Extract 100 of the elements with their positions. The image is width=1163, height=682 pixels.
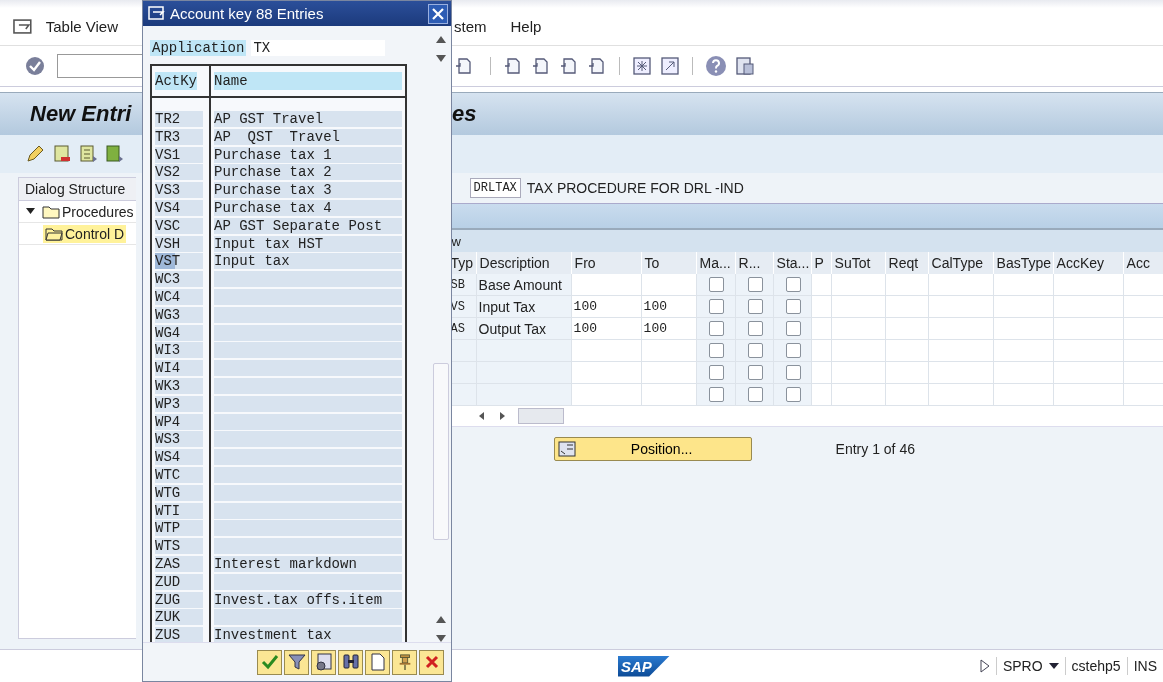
column-header[interactable]: Reqt (885, 252, 929, 274)
pin-button[interactable] (392, 649, 417, 675)
list-cell[interactable]: VS2 (155, 164, 203, 182)
list-cell[interactable]: ZUG (155, 591, 203, 609)
table-cell[interactable] (831, 318, 886, 340)
list-cell[interactable]: WG3 (155, 306, 203, 324)
table-cell[interactable] (1053, 362, 1124, 384)
column-header[interactable]: Name (214, 72, 402, 90)
table-cell[interactable] (928, 318, 994, 340)
table-cell[interactable]: Base Amount (476, 274, 572, 296)
dropdown-icon[interactable] (1048, 663, 1059, 669)
list-cell[interactable]: VST (155, 253, 203, 271)
table-cell[interactable] (811, 274, 832, 296)
check-icon[interactable] (25, 56, 45, 76)
list-cell[interactable] (214, 306, 402, 324)
column-header[interactable]: CalType (928, 252, 994, 274)
layout-icon[interactable] (735, 56, 755, 76)
table-cell[interactable] (928, 296, 994, 318)
tree-item[interactable]: Procedures (40, 202, 136, 221)
checkbox[interactable] (709, 365, 725, 380)
table-cell[interactable] (885, 296, 929, 318)
column-header[interactable]: ActKy (155, 72, 197, 90)
checkbox[interactable] (709, 321, 725, 336)
table-cell[interactable] (885, 340, 929, 362)
list-cell[interactable]: WTG (155, 484, 203, 502)
list-cell[interactable]: WS3 (155, 431, 203, 449)
list-cell[interactable]: VS3 (155, 182, 203, 200)
list-cell[interactable]: WC3 (155, 271, 203, 289)
table-cell[interactable] (641, 340, 697, 362)
table-cell[interactable] (571, 340, 642, 362)
transaction-code[interactable]: SPRO (1002, 658, 1043, 674)
list-cell[interactable]: WI3 (155, 342, 203, 360)
cancel-button[interactable] (419, 649, 444, 675)
list-cell[interactable]: WTC (155, 466, 203, 484)
table-cell[interactable] (1053, 340, 1124, 362)
list-cell[interactable]: AP GST Separate Post (214, 217, 402, 235)
list-cell[interactable]: Investment tax (214, 627, 402, 642)
table-cell[interactable] (811, 296, 832, 318)
table-icon[interactable] (52, 144, 72, 164)
document-icon[interactable] (559, 56, 579, 76)
list-cell[interactable] (214, 342, 402, 360)
window-icon[interactable] (632, 56, 652, 76)
document-icon[interactable] (454, 56, 474, 76)
list-cell[interactable]: Input tax (214, 253, 402, 271)
table-cell[interactable]: Output Tax (476, 318, 572, 340)
list-cell[interactable]: ZUD (155, 573, 203, 591)
checkbox[interactable] (747, 277, 763, 292)
column-header[interactable]: BasType (993, 252, 1054, 274)
table-cell[interactable] (476, 384, 572, 406)
list-cell[interactable] (214, 271, 402, 289)
table-cell[interactable] (993, 340, 1054, 362)
list-cell[interactable] (214, 377, 402, 395)
checkbox[interactable] (785, 387, 801, 402)
list-cell[interactable] (214, 324, 402, 342)
window-icon[interactable] (660, 56, 680, 76)
list-cell[interactable]: ZUS (155, 627, 203, 642)
table-icon[interactable] (104, 144, 124, 164)
list-cell[interactable]: WP4 (155, 413, 203, 431)
list-cell[interactable] (214, 538, 402, 556)
list-cell[interactable]: Input tax HST (214, 235, 402, 253)
table-cell[interactable] (928, 274, 994, 296)
list-cell[interactable]: WTP (155, 520, 203, 538)
table-cell[interactable] (993, 296, 1054, 318)
table-icon[interactable] (78, 144, 98, 164)
table-cell[interactable] (476, 362, 572, 384)
checkbox[interactable] (785, 343, 801, 358)
checkbox[interactable] (709, 299, 725, 314)
caret-icon[interactable] (25, 208, 35, 215)
scroll-left-icon[interactable] (477, 411, 486, 421)
list-cell[interactable]: Purchase tax 3 (214, 182, 402, 200)
scroll-up-icon[interactable] (436, 36, 446, 43)
table-cell[interactable] (993, 318, 1054, 340)
table-cell[interactable] (1053, 318, 1124, 340)
list-cell[interactable]: AP QST Travel (214, 128, 402, 146)
scroll-thumb[interactable] (517, 408, 564, 424)
table-cell[interactable] (811, 340, 832, 362)
list-cell[interactable] (214, 431, 402, 449)
confirm-button[interactable] (257, 649, 282, 675)
checkbox[interactable] (747, 343, 763, 358)
checkbox[interactable] (709, 343, 725, 358)
search-button[interactable] (338, 649, 363, 675)
list-cell[interactable] (214, 466, 402, 484)
table-cell[interactable] (885, 362, 929, 384)
table-cell[interactable]: 100 (571, 296, 642, 318)
table-cell[interactable]: 100 (571, 318, 642, 340)
table-cell[interactable] (476, 340, 572, 362)
menu-item[interactable]: Help (510, 18, 542, 35)
document-icon[interactable] (503, 56, 523, 76)
scroll-right-icon[interactable] (497, 411, 506, 421)
list-cell[interactable]: ZAS (155, 555, 203, 573)
tree-item[interactable]: Control D (43, 224, 127, 243)
table-cell[interactable]: 100 (641, 318, 697, 340)
table-cell[interactable] (1053, 274, 1124, 296)
list-cell[interactable] (214, 502, 402, 520)
list-cell[interactable]: WK3 (155, 377, 203, 395)
column-header[interactable]: P (811, 252, 832, 274)
command-field[interactable] (57, 54, 142, 78)
filter-button[interactable] (284, 649, 309, 675)
list-cell[interactable] (214, 360, 402, 378)
list-cell[interactable]: WTI (155, 502, 203, 520)
